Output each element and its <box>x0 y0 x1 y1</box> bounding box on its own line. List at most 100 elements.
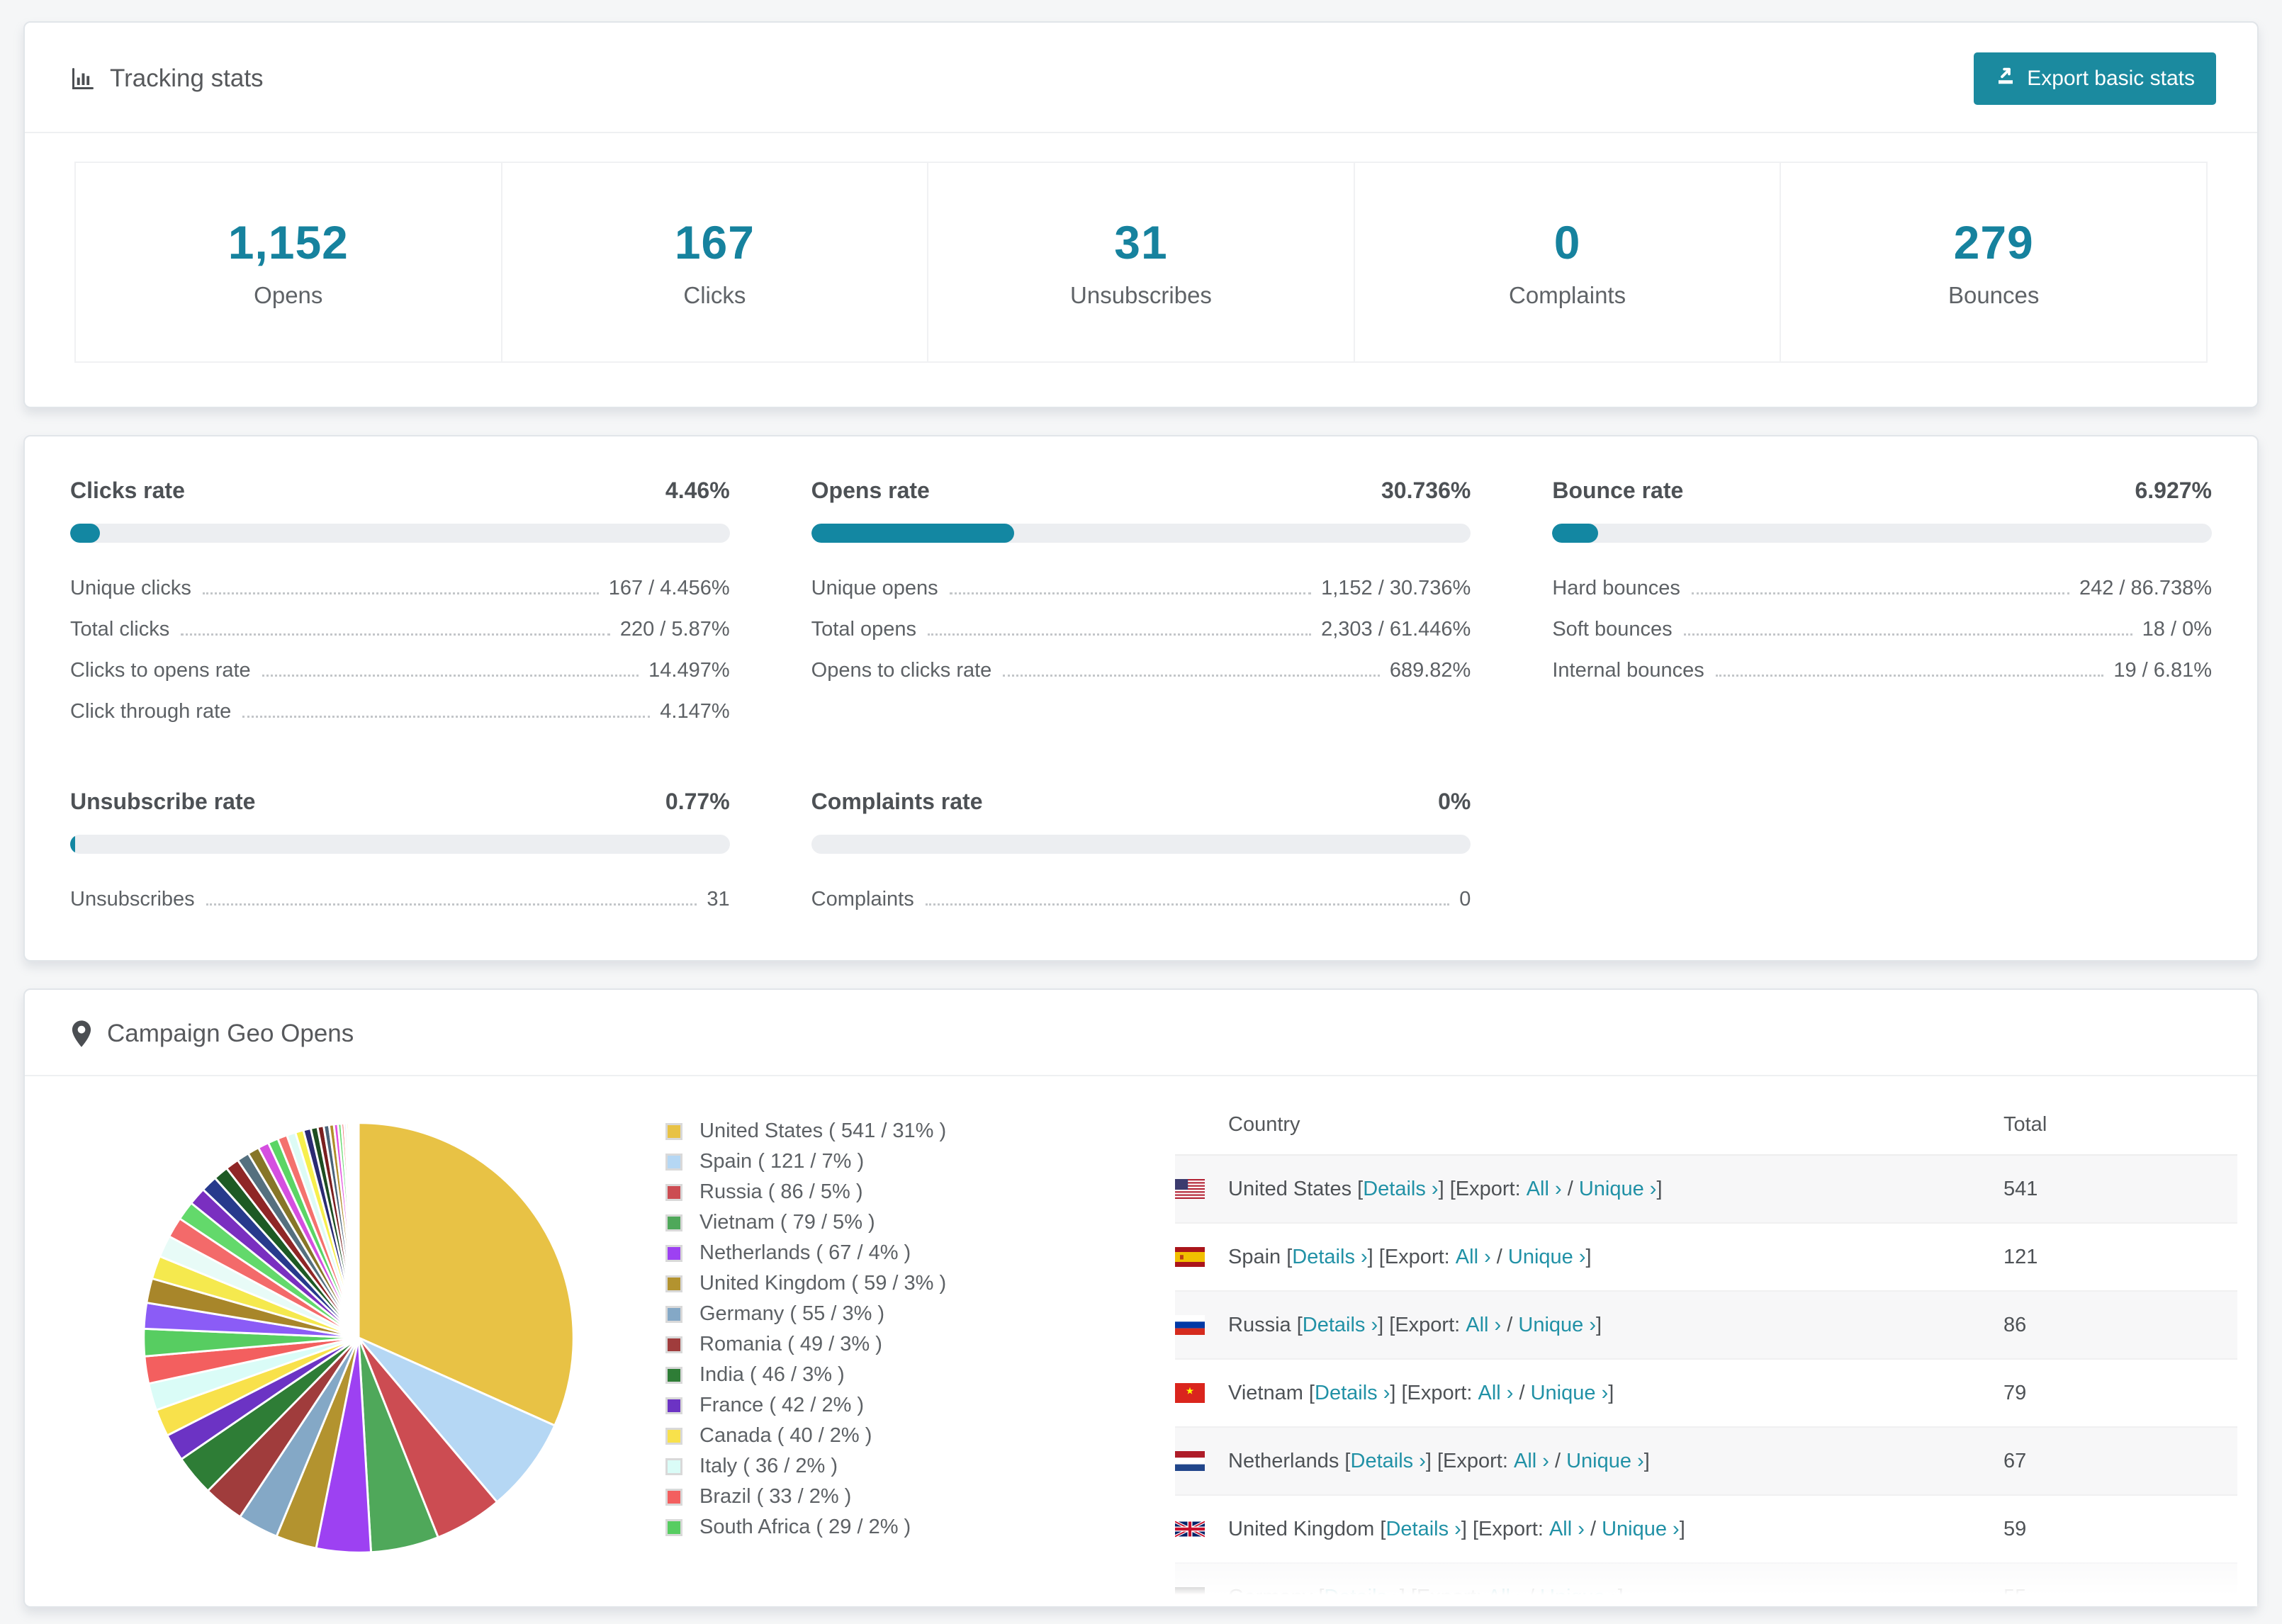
legend-item-romania[interactable]: Romania ( 49 / 3% ) <box>665 1329 1020 1360</box>
export-basic-stats-button[interactable]: Export basic stats <box>1974 52 2216 105</box>
details-link[interactable]: Details › <box>1292 1246 1367 1269</box>
country-name: United States <box>1228 1177 1352 1200</box>
details-link[interactable]: Details › <box>1324 1586 1399 1607</box>
legend-item-spain[interactable]: Spain ( 121 / 7% ) <box>665 1146 1020 1177</box>
rate-detail-row: Soft bounces 18 / 0% <box>1552 618 2212 641</box>
legend-label: United Kingdom ( 59 / 3% ) <box>699 1272 947 1295</box>
pie-slice-other[interactable] <box>356 1122 360 1339</box>
rate-progress-fill <box>70 524 100 543</box>
export-all-link[interactable]: All › <box>1466 1314 1501 1337</box>
rate-detail-row: Total clicks 220 / 5.87% <box>70 618 730 641</box>
export-all-link[interactable]: All › <box>1478 1382 1513 1405</box>
flag-icon-ru <box>1175 1315 1205 1335</box>
rate-title: Unsubscribe rate <box>70 789 256 814</box>
export-unique-link[interactable]: Unique › <box>1579 1178 1657 1201</box>
legend-swatch <box>665 1457 683 1476</box>
rate-progress-fill <box>70 835 76 854</box>
page-title: Tracking stats <box>110 64 264 92</box>
rate-head: Complaints rate 0% <box>811 789 1471 815</box>
dotted-leader <box>1715 675 2104 677</box>
export-icon <box>1995 65 2016 92</box>
export-all-link[interactable]: All › <box>1488 1586 1523 1607</box>
legend-label: United States ( 541 / 31% ) <box>699 1120 947 1142</box>
bar-chart-icon <box>70 66 96 91</box>
details-link[interactable]: Details › <box>1351 1450 1426 1473</box>
legend-swatch <box>665 1122 683 1141</box>
total-cell: 67 <box>2003 1449 2027 1472</box>
legend-item-italy[interactable]: Italy ( 36 / 2% ) <box>665 1451 1020 1482</box>
total-cell: 59 <box>2003 1517 2027 1540</box>
dotted-leader <box>242 716 651 718</box>
rate-detail-value: 242 / 86.738% <box>2079 577 2212 599</box>
rate-detail-label: Opens to clicks rate <box>811 659 992 682</box>
legend-item-germany[interactable]: Germany ( 55 / 3% ) <box>665 1299 1020 1329</box>
geo-opens-card: Campaign Geo Opens United States ( 541 /… <box>23 988 2259 1608</box>
rate-detail-label: Hard bounces <box>1552 577 1680 599</box>
dotted-leader <box>925 903 1450 906</box>
dotted-leader <box>1683 633 2132 636</box>
stat-box-complaints: 0 Complaints <box>1353 162 1782 363</box>
legend-swatch <box>665 1304 683 1324</box>
legend-item-united-kingdom[interactable]: United Kingdom ( 59 / 3% ) <box>665 1268 1020 1299</box>
export-all-link[interactable]: All › <box>1456 1246 1491 1269</box>
rate-section-clicks-rate: Clicks rate 4.46% Unique clicks 167 / 4.… <box>70 478 730 723</box>
legend-swatch <box>665 1365 683 1385</box>
export-unique-link[interactable]: Unique › <box>1518 1314 1596 1337</box>
rate-detail-row: Clicks to opens rate 14.497% <box>70 659 730 682</box>
legend-swatch <box>665 1274 683 1293</box>
export-unique-link[interactable]: Unique › <box>1566 1450 1644 1473</box>
export-unique-link[interactable]: Unique › <box>1531 1382 1609 1405</box>
legend-item-south-africa[interactable]: South Africa ( 29 / 2% ) <box>665 1512 1020 1543</box>
stat-value: 1,152 <box>227 216 349 269</box>
export-all-link[interactable]: All › <box>1527 1178 1562 1201</box>
rate-detail-value: 1,152 / 30.736% <box>1321 577 1471 599</box>
legend-label: Russia ( 86 / 5% ) <box>699 1180 863 1203</box>
legend-item-vietnam[interactable]: Vietnam ( 79 / 5% ) <box>665 1207 1020 1238</box>
rate-detail-row: Hard bounces 242 / 86.738% <box>1552 577 2212 599</box>
legend-item-brazil[interactable]: Brazil ( 33 / 2% ) <box>665 1482 1020 1512</box>
details-link[interactable]: Details › <box>1303 1314 1378 1337</box>
legend-item-netherlands[interactable]: Netherlands ( 67 / 4% ) <box>665 1238 1020 1268</box>
rate-section-bounce-rate: Bounce rate 6.927% Hard bounces 242 / 86… <box>1552 478 2212 721</box>
rate-head: Bounce rate 6.927% <box>1552 478 2212 504</box>
rate-detail-row: Unique opens 1,152 / 30.736% <box>811 577 1471 599</box>
details-link[interactable]: Details › <box>1386 1518 1461 1541</box>
legend-swatch <box>665 1426 683 1445</box>
rate-section-unsubscribe-rate: Unsubscribe rate 0.77% Unsubscribes 31 <box>70 789 730 910</box>
export-unique-link[interactable]: Unique › <box>1540 1586 1618 1607</box>
rate-detail-row: Click through rate 4.147% <box>70 700 730 723</box>
country-cell: United Kingdom [Details ›] [Export: All … <box>1175 1518 2003 1541</box>
details-link[interactable]: Details › <box>1315 1382 1390 1405</box>
legend-label: Romania ( 49 / 3% ) <box>699 1333 882 1355</box>
legend-item-india[interactable]: India ( 46 / 3% ) <box>665 1360 1020 1390</box>
legend-item-canada[interactable]: Canada ( 40 / 2% ) <box>665 1421 1020 1451</box>
export-unique-link[interactable]: Unique › <box>1602 1518 1680 1541</box>
geo-table-row-united-states: United States [Details ›] [Export: All ›… <box>1175 1156 2237 1224</box>
legend-swatch <box>665 1152 683 1171</box>
map-pin-icon <box>70 1020 93 1048</box>
rate-detail-value: 689.82% <box>1389 659 1471 682</box>
stat-value: 167 <box>674 216 755 269</box>
total-cell: 55 <box>2003 1585 2027 1607</box>
rate-detail-value: 2,303 / 61.446% <box>1321 618 1471 641</box>
export-all-link[interactable]: All › <box>1514 1450 1549 1473</box>
rate-value: 4.46% <box>665 478 730 503</box>
export-unique-link[interactable]: Unique › <box>1508 1246 1586 1269</box>
rate-detail-value: 220 / 5.87% <box>619 618 730 641</box>
geo-title: Campaign Geo Opens <box>107 1020 354 1047</box>
details-link[interactable]: Details › <box>1363 1178 1438 1201</box>
export-all-link[interactable]: All › <box>1549 1518 1585 1541</box>
country-column-header: Country <box>1228 1112 1300 1136</box>
rate-detail-row: Unsubscribes 31 <box>70 888 730 910</box>
rate-detail-value: 14.497% <box>648 659 730 682</box>
legend-item-france[interactable]: France ( 42 / 2% ) <box>665 1390 1020 1421</box>
tracking-stats-title: Tracking stats <box>70 64 264 93</box>
legend-item-russia[interactable]: Russia ( 86 / 5% ) <box>665 1177 1020 1207</box>
rate-detail-label: Complaints <box>811 888 914 910</box>
legend-label: Vietnam ( 79 / 5% ) <box>699 1211 875 1234</box>
legend-item-united-states[interactable]: United States ( 541 / 31% ) <box>665 1116 1020 1146</box>
geo-pie-chart <box>138 1117 579 1558</box>
rates-card: Clicks rate 4.46% Unique clicks 167 / 4.… <box>23 435 2259 962</box>
rate-detail-row: Complaints 0 <box>811 888 1471 910</box>
rate-title: Complaints rate <box>811 789 983 814</box>
